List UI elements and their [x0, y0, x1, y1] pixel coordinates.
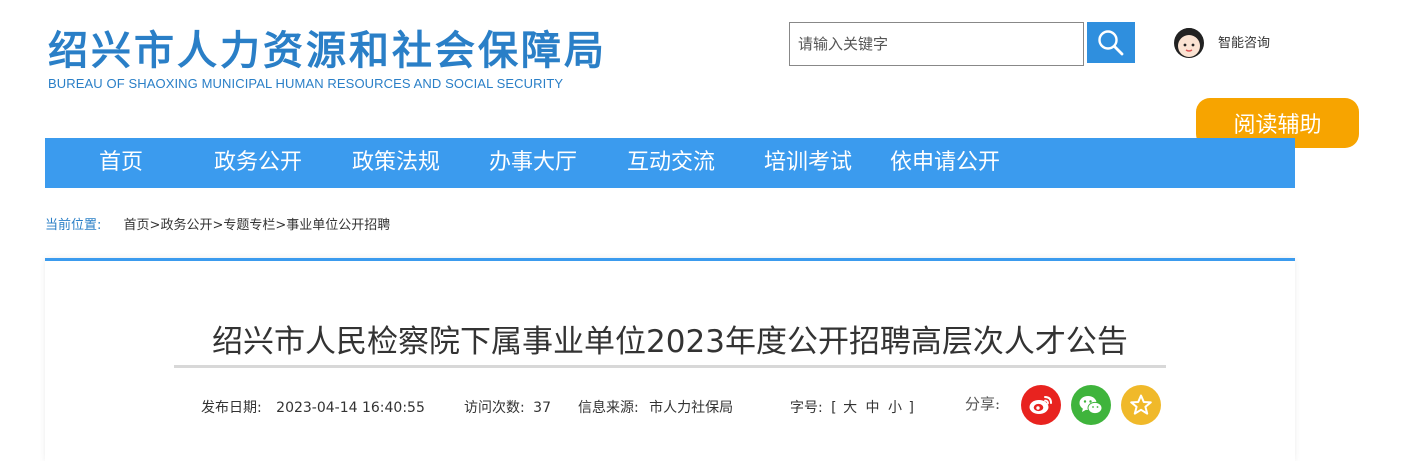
publish-date: 发布日期: 2023-04-14 16:40:55	[201, 397, 425, 417]
share-label: 分享:	[965, 395, 1001, 413]
breadcrumb-separator: >	[275, 218, 287, 233]
breadcrumb-label: 当前位置:	[45, 218, 102, 233]
share-wechat-button[interactable]	[1071, 385, 1111, 425]
search-icon	[1098, 29, 1124, 55]
font-large-button[interactable]: 大	[843, 400, 857, 416]
breadcrumb-item-gov-affairs[interactable]: 政务公开	[160, 218, 212, 233]
nav-item-home[interactable]: 首页	[99, 138, 143, 188]
visit-count-label: 访问次数:	[464, 400, 525, 416]
breadcrumb-separator: >	[149, 218, 161, 233]
publish-date-value: 2023-04-14 16:40:55	[276, 400, 425, 416]
breadcrumb-item-special-topics[interactable]: 专题专栏	[223, 218, 275, 233]
publish-date-label: 发布日期:	[201, 400, 262, 416]
font-small-button[interactable]: 小	[888, 400, 902, 416]
font-size-label: 字号:	[790, 400, 823, 416]
wechat-icon	[1079, 396, 1103, 415]
breadcrumb-item-recruitment[interactable]: 事业单位公开招聘	[286, 218, 390, 233]
info-source: 信息来源: 市人力社保局	[578, 397, 733, 417]
breadcrumb-item-home[interactable]: 首页	[124, 218, 150, 233]
search-button[interactable]	[1087, 22, 1135, 63]
site-title-cn: 绍兴市人力资源和社会保障局	[48, 27, 607, 74]
nav-item-interaction[interactable]: 互动交流	[627, 138, 715, 188]
favorite-button[interactable]	[1121, 385, 1161, 425]
article-title: 绍兴市人民检察院下属事业单位2023年度公开招聘高层次人才公告	[212, 324, 1128, 360]
breadcrumb-separator: >	[212, 218, 224, 233]
smart-consult[interactable]: 智能咨询	[1170, 22, 1270, 60]
favorite-star-icon	[1130, 394, 1152, 415]
nav-item-service-hall[interactable]: 办事大厅	[489, 138, 577, 188]
info-source-label: 信息来源:	[578, 400, 639, 416]
info-source-value: 市人力社保局	[649, 400, 734, 416]
site-title-en: BUREAU OF SHAOXING MUNICIPAL HUMAN RESOU…	[48, 76, 564, 91]
title-divider	[174, 365, 1166, 368]
main-nav: 首页 政务公开 政策法规 办事大厅 互动交流 培训考试 依申请公开	[45, 138, 1295, 188]
breadcrumb: 当前位置: 首页>政务公开>专题专栏>事业单位公开招聘	[45, 214, 390, 233]
visit-count-value: 37	[533, 400, 551, 416]
article-panel: 绍兴市人民检察院下属事业单位2023年度公开招聘高层次人才公告 发布日期: 20…	[45, 258, 1295, 461]
assistant-avatar-icon	[1174, 28, 1204, 58]
site-logo[interactable]: 绍兴市人力资源和社会保障局 BUREAU OF SHAOXING MUNICIP…	[48, 27, 607, 92]
nav-item-info-request[interactable]: 依申请公开	[890, 138, 1000, 188]
nav-item-policies[interactable]: 政策法规	[352, 138, 440, 188]
nav-item-training-exams[interactable]: 培训考试	[764, 138, 852, 188]
search-input[interactable]	[789, 22, 1084, 66]
font-bracket-close: ]	[908, 400, 914, 416]
weibo-icon	[1029, 396, 1052, 414]
font-bracket-open: [	[831, 400, 837, 416]
smart-consult-label: 智能咨询	[1218, 35, 1271, 51]
font-medium-button[interactable]: 中	[866, 400, 880, 416]
font-size-control: 字号: [ 大 中 小 ]	[790, 397, 914, 417]
nav-item-gov-affairs[interactable]: 政务公开	[214, 138, 302, 188]
share-weibo-button[interactable]	[1021, 385, 1061, 425]
visit-count: 访问次数: 37	[464, 397, 551, 417]
